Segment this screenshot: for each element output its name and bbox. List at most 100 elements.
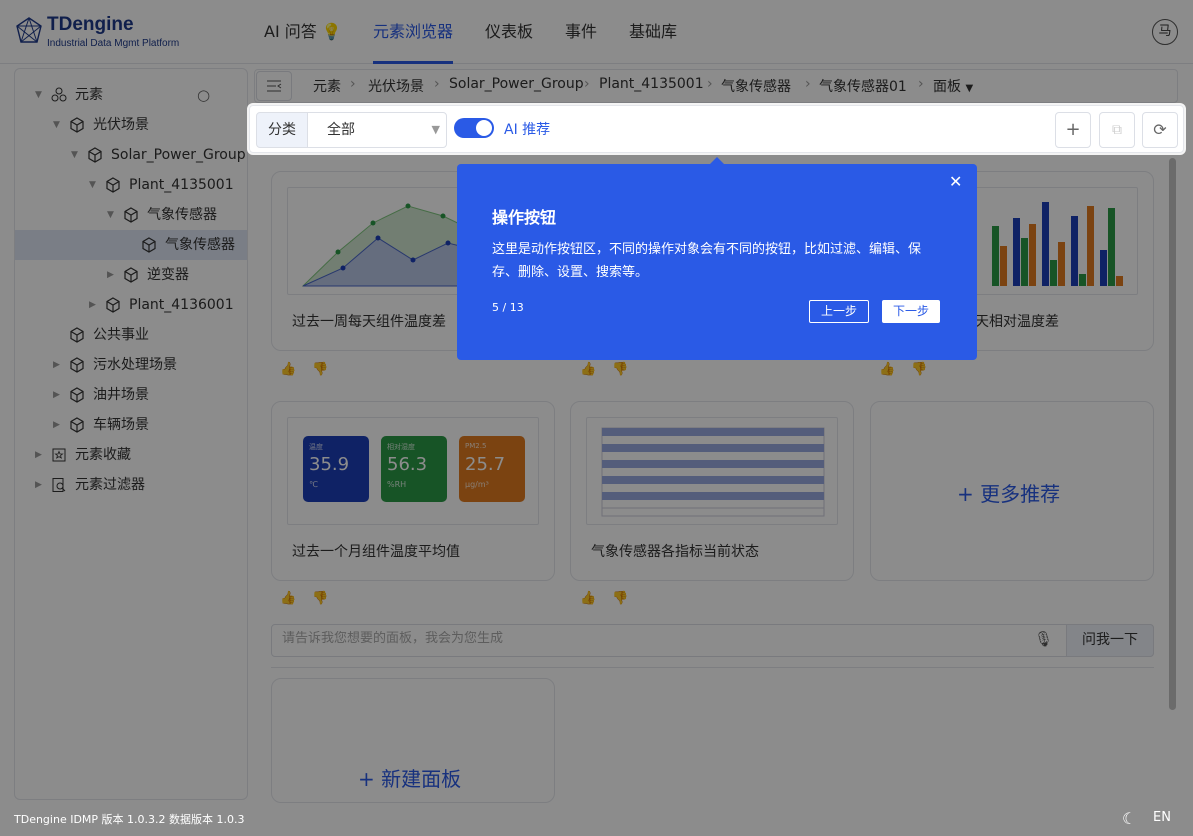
thumbs-up-icon[interactable]: 👍	[580, 362, 596, 377]
tree-item[interactable]: ▶ Plant_4136001	[15, 290, 247, 320]
tree-item[interactable]: ▼ 气象传感器	[15, 200, 247, 230]
thumbs-up-icon[interactable]: 👍	[879, 362, 895, 377]
logo[interactable]: TDengine Industrial Data Mgmt Platform	[14, 14, 214, 54]
caret-right-icon[interactable]: ▶	[107, 260, 114, 290]
language-switch[interactable]: EN	[1153, 810, 1171, 825]
caret-down-icon[interactable]: ▼	[35, 80, 42, 110]
refresh-button[interactable]: ⟳	[1142, 112, 1178, 148]
breadcrumb-item[interactable]: Solar_Power_Group	[449, 76, 584, 92]
nav-events[interactable]: 事件	[565, 0, 597, 64]
tree-favorites[interactable]: ▶ 元素收藏	[15, 440, 247, 470]
microphone-icon[interactable]: 🎙	[1034, 630, 1053, 648]
nav-element-browser[interactable]: 元素浏览器	[373, 0, 454, 64]
panel-card[interactable]: 气象传感器各指标当前状态	[570, 401, 854, 581]
plus-icon: +	[358, 767, 375, 791]
tree-root-label: 元素	[75, 87, 103, 103]
moon-icon[interactable]: ☾	[1122, 809, 1136, 828]
thumbs-down-icon[interactable]: 👎	[911, 362, 927, 377]
tree-item[interactable]: ▼ Plant_4135001	[15, 170, 247, 200]
caret-down-icon[interactable]: ▼	[53, 110, 60, 140]
cube-icon	[70, 117, 84, 133]
cube-icon	[124, 207, 138, 223]
cube-icon	[124, 267, 138, 283]
breadcrumb-item-current[interactable]: 面板 ▼	[933, 76, 973, 96]
table-icon	[601, 427, 825, 517]
thumbs-up-icon[interactable]: 👍	[280, 591, 296, 606]
panel-card-title: 过去一周每天组件温度差	[292, 314, 446, 330]
caret-right-icon[interactable]: ▶	[35, 470, 42, 500]
collapse-sidebar-button[interactable]	[256, 71, 292, 101]
chevron-down-icon: ▼	[965, 83, 974, 94]
stat-tile: 相对湿度 56.3 %RH	[381, 436, 447, 502]
avatar[interactable]: 马	[1152, 19, 1178, 45]
menu-collapse-icon	[267, 80, 282, 92]
breadcrumb-item[interactable]: Plant_4135001	[599, 76, 704, 92]
cube-icon	[106, 177, 120, 193]
network-logo-icon	[16, 17, 42, 43]
divider	[271, 667, 1154, 668]
close-icon[interactable]: ✕	[949, 172, 962, 191]
stat-tiles-thumbnail: 温度 35.9 ℃ 相对湿度 56.3 %RH PM2.5 25.7 μg/m³	[287, 417, 539, 525]
cube-icon	[70, 327, 84, 343]
chevron-right-icon: ›	[434, 76, 440, 92]
add-button[interactable]: +	[1055, 112, 1091, 148]
plus-icon: +	[957, 482, 974, 506]
caret-right-icon[interactable]: ▶	[53, 350, 60, 380]
cube-icon	[88, 147, 102, 163]
tree-filters[interactable]: ▶ 元素过滤器	[15, 470, 247, 500]
thumbs-up-icon[interactable]: 👍	[280, 362, 296, 377]
caret-right-icon[interactable]: ▶	[89, 290, 96, 320]
caret-down-icon[interactable]: ▼	[107, 200, 114, 230]
thumbs-down-icon[interactable]: 👎	[612, 591, 628, 606]
tree-item[interactable]: 公共事业	[15, 320, 247, 350]
plus-icon: +	[1065, 119, 1081, 140]
category-select[interactable]: 全部 ▼	[307, 112, 447, 148]
tree-item[interactable]: ▶ 污水处理场景	[15, 350, 247, 380]
nav-library[interactable]: 基础库	[629, 0, 677, 64]
thumbs-down-icon[interactable]: 👎	[312, 362, 328, 377]
next-step-button[interactable]: 下一步	[882, 300, 940, 323]
thumbs-down-icon[interactable]: 👎	[312, 591, 328, 606]
breadcrumb-item[interactable]: 元素	[313, 76, 341, 96]
breadcrumb-item[interactable]: 光伏场景	[368, 76, 424, 96]
search-icon[interactable]: ○	[197, 80, 210, 110]
new-panel-card[interactable]: + 新建面板	[271, 678, 555, 803]
tree-root[interactable]: ▼ 元素 ○	[15, 80, 247, 110]
caret-right-icon[interactable]: ▶	[35, 440, 42, 470]
tree-item[interactable]: ▼ 光伏场景	[15, 110, 247, 140]
ai-prompt-input[interactable]	[282, 631, 1022, 646]
caret-down-icon[interactable]: ▼	[89, 170, 96, 200]
caret-right-icon[interactable]: ▶	[53, 410, 60, 440]
ai-prompt-field[interactable]: 🎙	[271, 624, 1154, 657]
ai-recommend-toggle[interactable]	[454, 118, 494, 138]
more-recommendations-card[interactable]: + 更多推荐	[870, 401, 1154, 581]
previous-step-button[interactable]: 上一步	[809, 300, 869, 323]
tree-item[interactable]: ▶ 油井场景	[15, 380, 247, 410]
tree-item[interactable]: ▶ 车辆场景	[15, 410, 247, 440]
chevron-right-icon: ›	[805, 76, 811, 92]
nav-ai-qa[interactable]: AI 问答 💡	[264, 0, 342, 64]
caret-down-icon[interactable]: ▼	[71, 140, 78, 170]
tour-step-counter: 5 / 13	[492, 301, 524, 314]
copy-button[interactable]: ⧉	[1099, 112, 1135, 148]
ask-button[interactable]: 问我一下	[1066, 624, 1154, 657]
chevron-right-icon: ›	[584, 76, 590, 92]
tree-item-selected[interactable]: 气象传感器	[15, 230, 247, 260]
chevron-right-icon: ›	[918, 76, 924, 92]
caret-right-icon[interactable]: ▶	[53, 380, 60, 410]
tree-item[interactable]: ▼ Solar_Power_Group	[15, 140, 247, 170]
thumbs-up-icon[interactable]: 👍	[580, 591, 596, 606]
tree-item[interactable]: ▶ 逆变器	[15, 260, 247, 290]
toggle-knob	[476, 120, 492, 136]
cube-icon	[70, 417, 84, 433]
copy-icon: ⧉	[1112, 122, 1122, 138]
thumbs-down-icon[interactable]: 👎	[612, 362, 628, 377]
panel-card[interactable]: 温度 35.9 ℃ 相对湿度 56.3 %RH PM2.5 25.7 μg/m³…	[271, 401, 555, 581]
scrollbar[interactable]	[1169, 158, 1176, 710]
tour-title: 操作按钮	[492, 208, 557, 227]
nav-dashboard[interactable]: 仪表板	[485, 0, 533, 64]
cube-icon	[70, 387, 84, 403]
breadcrumb-item[interactable]: 气象传感器	[721, 76, 791, 96]
tour-description: 这里是动作按钮区，不同的操作对象会有不同的按钮，比如过滤、编辑、保存、删除、设置…	[492, 242, 922, 280]
breadcrumb-item[interactable]: 气象传感器01	[819, 76, 907, 96]
